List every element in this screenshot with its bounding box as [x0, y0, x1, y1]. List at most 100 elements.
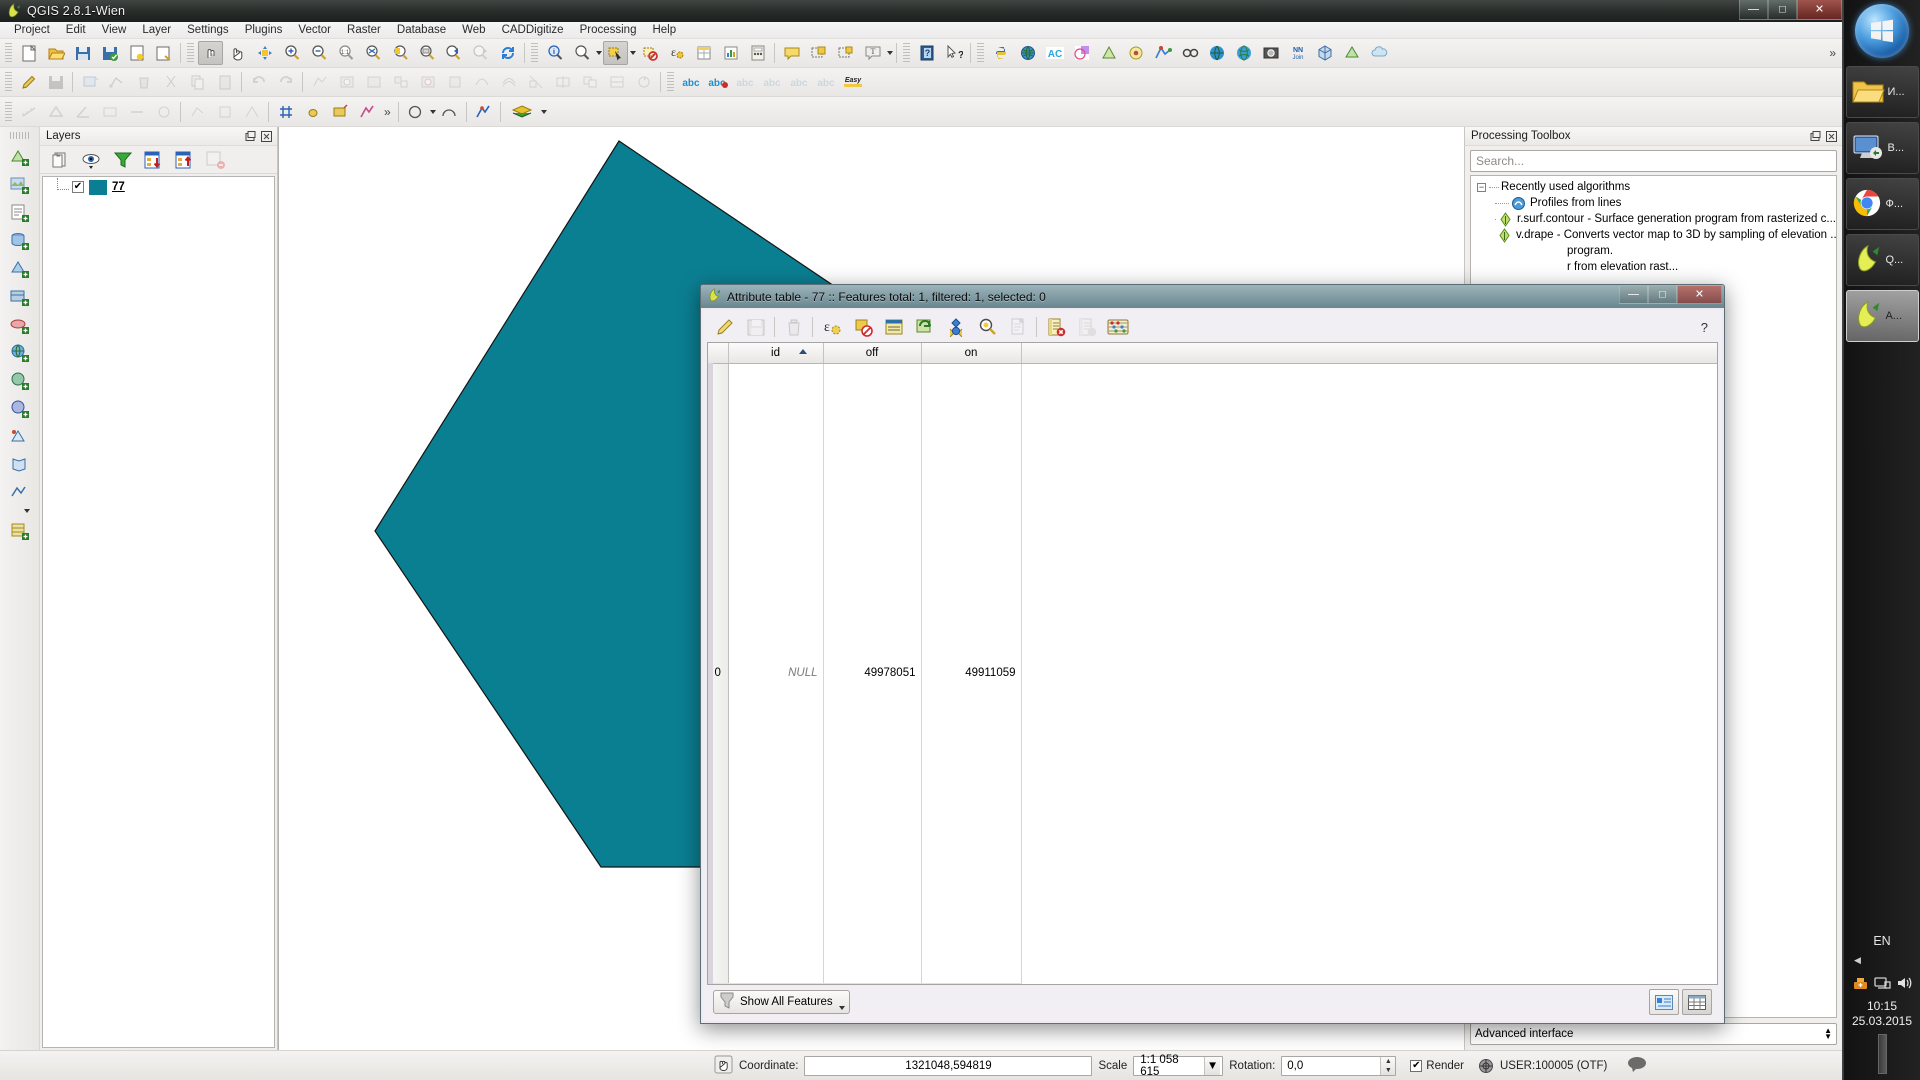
paste-features-icon[interactable] [212, 70, 237, 94]
zoom-full-icon[interactable] [360, 41, 385, 65]
chevron-down-icon[interactable] [429, 109, 436, 114]
cad-arc-icon[interactable] [437, 100, 462, 124]
add-wms-layer-icon[interactable] [5, 339, 35, 367]
deselect-all-icon[interactable] [848, 314, 877, 340]
cloud-icon[interactable] [1366, 41, 1391, 65]
toolbar-overflow-icon[interactable]: » [1829, 46, 1836, 60]
attribute-table-grid[interactable]: id off on 0 NULL 49978051 49911059 [707, 342, 1718, 985]
taskbar-item-chrome[interactable]: Ф... [1845, 178, 1919, 230]
save-project-icon[interactable] [70, 41, 95, 65]
geometry-plugin-icon[interactable] [1069, 41, 1094, 65]
cad-line-icon[interactable] [354, 100, 379, 124]
features-table[interactable]: id off on 0 NULL 49978051 49911059 [708, 343, 1717, 984]
spatial-query-icon[interactable] [1123, 41, 1148, 65]
new-column-icon[interactable] [1072, 314, 1101, 340]
new-memory-layer-icon[interactable] [5, 479, 35, 507]
select-by-expression-icon[interactable]: ε [817, 314, 846, 340]
help-contents-icon[interactable]: ? [914, 41, 939, 65]
menu-project[interactable]: Project [6, 23, 58, 37]
copy-selected-rows-icon[interactable] [1003, 314, 1032, 340]
refresh-icon[interactable] [495, 41, 520, 65]
undock-icon[interactable] [1809, 130, 1822, 143]
georeferencer-icon[interactable] [1258, 41, 1283, 65]
menu-caddigitize[interactable]: CADDigitize [494, 23, 572, 37]
hand-stop-icon[interactable] [714, 1055, 733, 1077]
add-raster-layer-icon[interactable] [5, 171, 35, 199]
python-console-icon[interactable] [988, 41, 1013, 65]
tree-item-vdrape[interactable]: v.drape - Converts vector map to 3D by s… [1471, 227, 1836, 243]
coordinate-input[interactable]: 1321048,594819 [804, 1055, 1093, 1076]
search-layers-icon[interactable] [1177, 41, 1202, 65]
show-desktop-button[interactable] [1877, 1034, 1887, 1074]
menu-edit[interactable]: Edit [58, 23, 94, 37]
message-bubble-icon[interactable] [1627, 1056, 1647, 1075]
taskbar-item-attribute-table[interactable]: A... [1845, 290, 1919, 342]
delete-selected-icon[interactable] [131, 70, 156, 94]
split-parts-icon[interactable] [550, 70, 575, 94]
add-vector-layer-icon[interactable] [5, 143, 35, 171]
delete-selected-features-icon[interactable] [779, 314, 808, 340]
easy-custom-labeling-icon[interactable]: Easy [840, 70, 865, 94]
close-button[interactable]: ✕ [1797, 0, 1842, 20]
minimize-button[interactable]: — [1739, 0, 1768, 20]
digitize-icon[interactable] [471, 100, 496, 124]
3d-icon[interactable] [1339, 41, 1364, 65]
menu-settings[interactable]: Settings [179, 23, 237, 37]
nnjoin-icon[interactable]: NN Join [1285, 41, 1310, 65]
rotation-spinbox[interactable]: 0,0 ▲ ▼ [1281, 1055, 1397, 1076]
ac-plugin-icon[interactable]: AC [1042, 41, 1067, 65]
globe-icon[interactable] [1231, 41, 1256, 65]
open-table-icon[interactable] [691, 41, 716, 65]
help-label[interactable]: ? [1701, 320, 1708, 335]
measure-line-icon[interactable] [16, 100, 41, 124]
collapse-expander-icon[interactable]: − [1477, 182, 1486, 192]
cad-tool-1-icon[interactable] [97, 100, 122, 124]
show-hide-labels-icon[interactable]: abc [732, 70, 757, 94]
offset-curve-icon[interactable] [496, 70, 521, 94]
select-features-icon[interactable] [603, 41, 628, 65]
map-tips-icon[interactable] [779, 41, 804, 65]
pin-labels-icon[interactable]: abc [705, 70, 730, 94]
redo-icon[interactable] [273, 70, 298, 94]
cad-point-icon[interactable] [300, 100, 325, 124]
open-calculator-icon[interactable] [1103, 314, 1132, 340]
label-icon[interactable]: abc [678, 70, 703, 94]
layers-tree[interactable]: ✔ 77 [42, 176, 275, 1048]
menu-plugins[interactable]: Plugins [237, 23, 291, 37]
chevron-down-icon[interactable] [887, 51, 893, 55]
merge-features-icon[interactable] [577, 70, 602, 94]
toggle-editing-icon[interactable] [710, 314, 739, 340]
rotate-point-symbols-icon[interactable] [631, 70, 656, 94]
field-calculator-icon[interactable] [745, 41, 770, 65]
save-layer-edits-icon[interactable] [43, 70, 68, 94]
chevron-down-icon[interactable] [630, 51, 636, 55]
node-tool-icon[interactable] [104, 70, 129, 94]
tree-item-occluded-1[interactable]: program. [1471, 243, 1836, 259]
close-icon[interactable] [260, 130, 273, 143]
spinner-arrows-icon[interactable]: ▲ ▼ [1380, 1056, 1396, 1075]
column-header-id[interactable]: id [728, 343, 824, 364]
cad-polygon-icon[interactable] [327, 100, 352, 124]
reshape-features-icon[interactable] [469, 70, 494, 94]
tree-group-recently-used[interactable]: − Recently used algorithms [1471, 179, 1836, 195]
openlayers-icon[interactable] [1204, 41, 1229, 65]
add-wfs-layer-icon[interactable] [5, 395, 35, 423]
cell-on[interactable]: 49911059 [921, 363, 1022, 984]
cell-id[interactable]: NULL [728, 363, 824, 984]
expression-select-icon[interactable]: ε [664, 41, 689, 65]
pan-map-icon[interactable] [225, 41, 250, 65]
add-mssql-layer-icon[interactable] [5, 283, 35, 311]
toolbar-grip[interactable] [531, 43, 538, 63]
toggle-editing-icon[interactable] [16, 70, 41, 94]
chevron-down-icon[interactable]: ▼ [1203, 1056, 1221, 1075]
tree-item-profiles-from-lines[interactable]: Profiles from lines [1471, 195, 1836, 211]
plugin-manager-icon[interactable] [1015, 41, 1040, 65]
filter-legend-icon[interactable] [109, 148, 136, 172]
cad-tool-6-icon[interactable] [239, 100, 264, 124]
form-view-toggle[interactable] [1649, 989, 1679, 1015]
chevron-down-icon[interactable] [596, 51, 602, 55]
menu-view[interactable]: View [94, 23, 135, 37]
qgis2threejs-icon[interactable] [1312, 41, 1337, 65]
processing-interface-mode-combo[interactable]: Advanced interface ▲ ▼ [1470, 1023, 1837, 1045]
pan-map-to-selection-icon[interactable] [972, 314, 1001, 340]
